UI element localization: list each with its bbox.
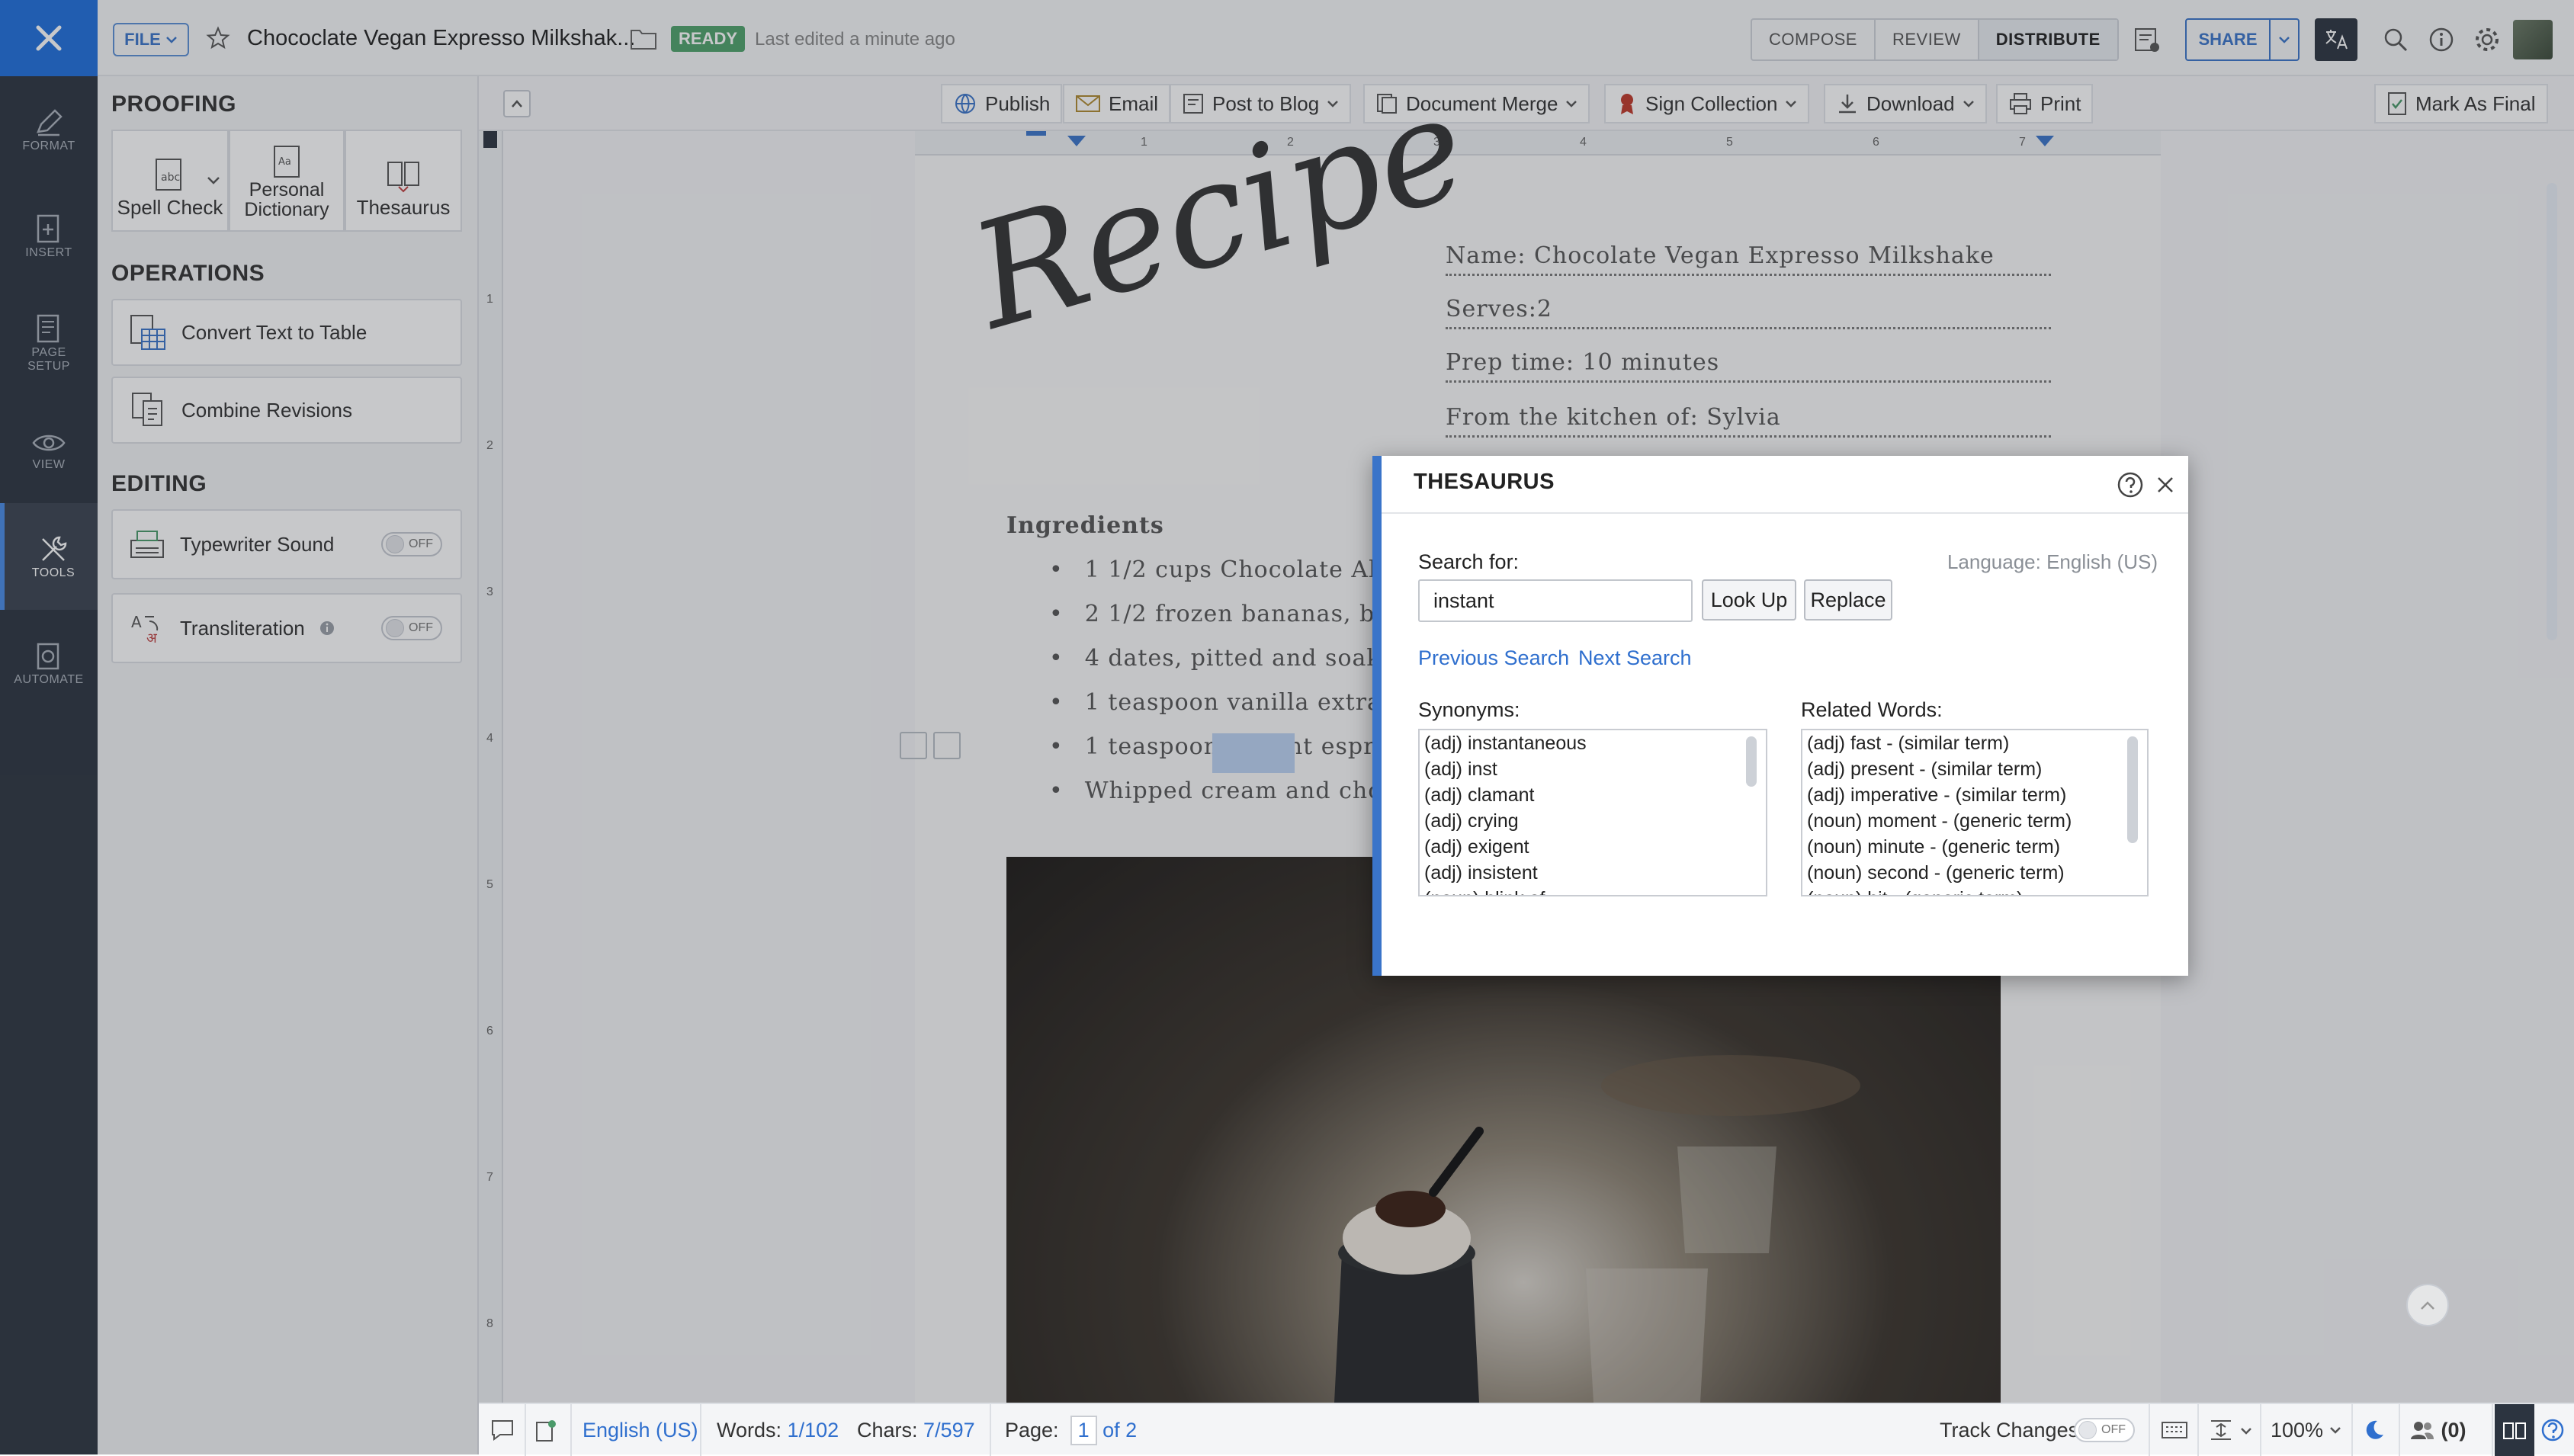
word-count[interactable]: Words: 1/102 — [717, 1404, 839, 1456]
previous-search-link[interactable]: Previous Search — [1418, 646, 1569, 670]
list-item[interactable]: (noun) blink of — [1420, 886, 1766, 895]
list-item[interactable]: (noun) moment - (generic term) — [1802, 808, 2147, 834]
zoom-selector[interactable]: 100% — [2271, 1404, 2341, 1456]
page-scrollbar[interactable] — [2547, 183, 2557, 640]
list-item[interactable]: (adj) exigent — [1420, 834, 1766, 860]
synonyms-list[interactable]: (adj) instantaneous (adj) inst (adj) cla… — [1418, 729, 1767, 896]
chars-label: Chars: — [857, 1418, 918, 1442]
comment-icon[interactable] — [489, 1418, 515, 1442]
track-changes-label: Track Changes — [1940, 1418, 2079, 1442]
list-item[interactable]: (adj) present - (similar term) — [1802, 756, 2147, 782]
look-up-button[interactable]: Look Up — [1702, 579, 1796, 621]
list-item[interactable]: (noun) second - (generic term) — [1802, 860, 2147, 886]
language-selector[interactable]: English (US) — [583, 1404, 698, 1456]
words-value: 1/102 — [787, 1418, 839, 1442]
thesaurus-dialog: THESAURUS Search for: Look Up Replace La… — [1372, 456, 2188, 976]
language-label: Language: English (US) — [1947, 550, 2158, 573]
toggle-state: OFF — [2101, 1423, 2126, 1436]
divider — [570, 1404, 572, 1456]
char-count[interactable]: Chars: 7/597 — [857, 1404, 975, 1456]
list-item[interactable]: (adj) fast - (similar term) — [1802, 730, 2147, 756]
list-item[interactable]: (noun) minute - (generic term) — [1802, 834, 2147, 860]
users-icon — [2411, 1422, 2434, 1439]
divider — [700, 1404, 701, 1456]
search-input[interactable] — [1418, 579, 1693, 622]
help-icon[interactable] — [2117, 471, 2144, 499]
zoom-value: 100% — [2271, 1418, 2324, 1442]
divider — [2399, 1404, 2400, 1456]
replace-button[interactable]: Replace — [1804, 579, 1892, 621]
page-layout-icon[interactable] — [2208, 1418, 2234, 1442]
collaborators-button[interactable]: (0) — [2409, 1404, 2466, 1456]
divider — [2351, 1404, 2353, 1456]
divider — [2197, 1404, 2199, 1456]
list-item[interactable]: (adj) insistent — [1420, 860, 1766, 886]
track-changes-toggle[interactable]: OFF — [2074, 1418, 2135, 1442]
moon-icon[interactable] — [2362, 1418, 2386, 1442]
page-indicator: Page: 1 of 2 — [1005, 1404, 1137, 1456]
status-bar: English (US) Words: 1/102 Chars: 7/597 P… — [479, 1403, 2574, 1456]
book-icon — [2503, 1422, 2526, 1439]
list-item[interactable]: (adj) inst — [1420, 756, 1766, 782]
close-icon[interactable] — [2155, 474, 2176, 495]
page-total: of 2 — [1102, 1418, 1138, 1442]
dialog-divider — [1382, 512, 2188, 514]
chevron-up-icon — [2421, 1301, 2434, 1310]
divider — [990, 1404, 991, 1456]
divider — [525, 1404, 526, 1456]
next-search-link[interactable]: Next Search — [1578, 646, 1692, 670]
related-words-list[interactable]: (adj) fast - (similar term) (adj) presen… — [1801, 729, 2149, 896]
dialog-title: THESAURUS — [1414, 470, 1555, 494]
list-item[interactable]: (adj) crying — [1420, 808, 1766, 834]
list-item[interactable]: (noun) bit - (generic term) — [1802, 886, 2147, 895]
divider — [2149, 1404, 2150, 1456]
synonyms-label: Synonyms: — [1418, 698, 1520, 721]
toggle-knob — [2078, 1421, 2097, 1439]
reading-mode-button[interactable] — [2495, 1404, 2534, 1456]
synonyms-scrollbar[interactable] — [1746, 736, 1757, 787]
related-words-label: Related Words: — [1801, 698, 1943, 721]
page-number-input[interactable]: 1 — [1070, 1415, 1097, 1445]
scroll-to-top-button[interactable] — [2406, 1284, 2449, 1326]
list-item[interactable]: (adj) clamant — [1420, 782, 1766, 808]
list-item[interactable]: (adj) instantaneous — [1420, 730, 1766, 756]
keyboard-icon[interactable] — [2161, 1419, 2188, 1441]
help-icon[interactable] — [2540, 1418, 2565, 1442]
chars-value: 7/597 — [923, 1418, 975, 1442]
divider — [2260, 1404, 2261, 1456]
list-item[interactable]: (adj) imperative - (similar term) — [1802, 782, 2147, 808]
related-scrollbar[interactable] — [2127, 736, 2138, 843]
chevron-down-icon[interactable] — [2240, 1427, 2252, 1435]
page-status-icon[interactable] — [534, 1418, 558, 1442]
search-for-label: Search for: — [1418, 550, 1520, 573]
collaborators-count: (0) — [2441, 1418, 2466, 1442]
chevron-down-icon — [2329, 1427, 2341, 1434]
divider — [2492, 1404, 2493, 1456]
words-label: Words: — [717, 1418, 782, 1442]
page-label: Page: — [1005, 1418, 1059, 1442]
